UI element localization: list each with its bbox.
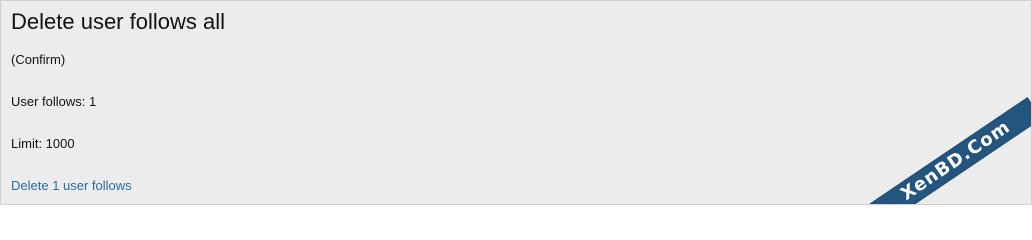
delete-user-follows-link[interactable]: Delete 1 user follows [11, 177, 132, 195]
watermark-ribbon: XenBD.Com [869, 97, 1031, 204]
content-panel: Delete user follows all (Confirm) User f… [0, 0, 1032, 205]
watermark-ribbon-container: XenBD.Com [861, 84, 1031, 204]
user-follows-count: User follows: 1 [11, 94, 97, 109]
confirm-text: (Confirm) [11, 52, 66, 67]
limit-text: Limit: 1000 [11, 136, 75, 151]
page-title: Delete user follows all [11, 9, 225, 34]
